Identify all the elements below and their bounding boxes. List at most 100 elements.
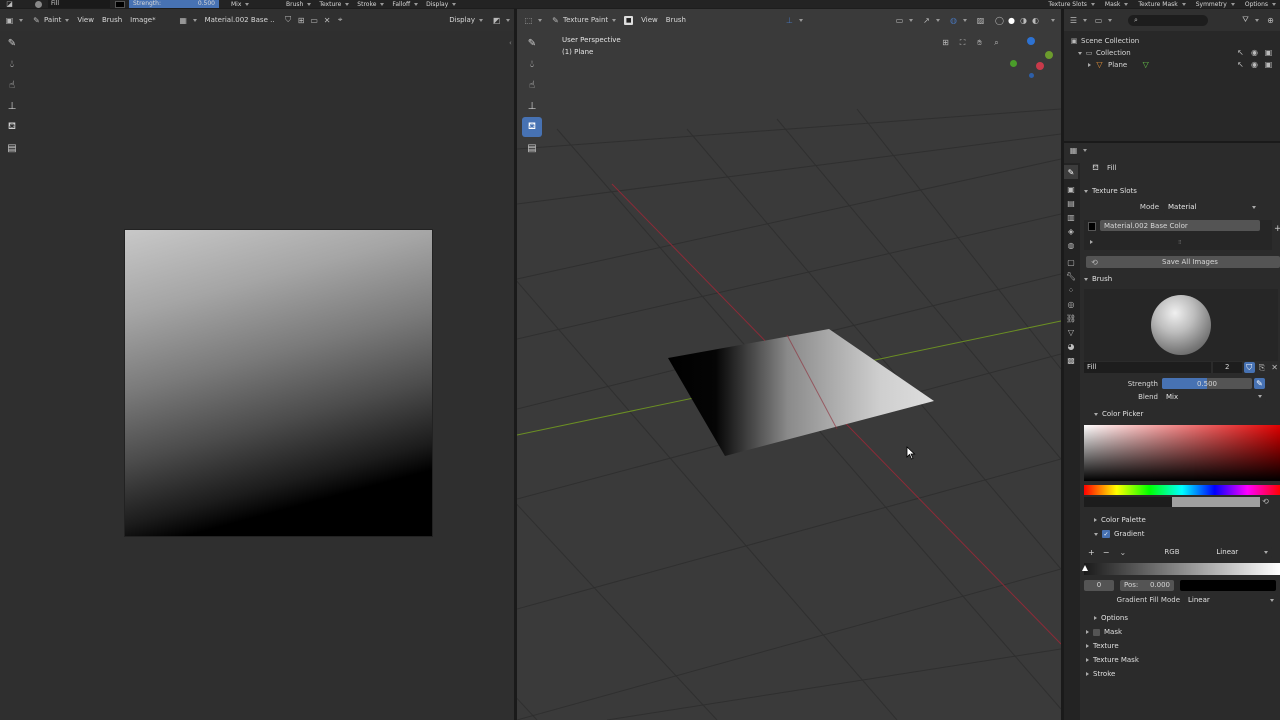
expand-arrow-icon[interactable] [1088,63,1091,67]
physics-tab-icon[interactable]: ◎ [1064,297,1078,311]
texture-mask-panel-header[interactable]: Texture Mask [1084,653,1280,667]
strength-field[interactable]: Strength: 0.500 [129,0,219,8]
hand-pan-icon[interactable]: ✋︎ [974,37,985,48]
zoom-icon[interactable]: ⌕ [991,37,1002,48]
outliner-editor-type[interactable]: ☰ [1068,15,1087,26]
gizmo-neg-z-icon[interactable] [1029,73,1034,78]
stop-color-swatch[interactable] [1180,579,1276,591]
hue-slider[interactable] [1084,485,1280,495]
gradient-menu-icon[interactable]: ⌄ [1117,547,1128,558]
save-all-images-button[interactable]: ⟲ Save All Images [1086,256,1280,268]
smear-tool-icon[interactable]: ☝︎ [2,75,22,95]
object-tab-icon[interactable]: ▢ [1064,255,1078,269]
render-tab-icon[interactable]: ▣ [1064,182,1078,196]
shading-options[interactable] [1049,19,1055,22]
xray-icon[interactable]: ▨ [975,15,986,26]
filter-dropdown[interactable]: ⛛ [1240,15,1259,26]
draw-tool-icon[interactable]: ✎ [2,33,22,53]
list-resize-handle[interactable]: ⠿ [1178,240,1182,246]
unlink-brush-icon[interactable]: ✕ [1269,362,1280,373]
add-slot-button[interactable]: + [1274,224,1280,234]
brush-preview[interactable] [1084,289,1278,361]
overlays-dropdown[interactable]: ◍ [948,15,967,26]
gizmo-toggle[interactable]: ◩ [491,15,510,26]
constraints-tab-icon[interactable]: ⛓︎ [1064,311,1078,325]
scene-collection-row[interactable]: ▣ Scene Collection [1070,35,1274,47]
stop-index-field[interactable]: 0 [1084,579,1114,591]
viewport-editor-type[interactable]: ⬚ [523,15,542,26]
viewport-fill-tool-icon[interactable]: ⛾ [522,117,542,137]
gradient-fill-mode-dropdown[interactable]: Linear [1184,594,1278,606]
selectable-icon[interactable]: ↖ [1235,48,1246,59]
3d-viewport[interactable]: ⬚ ✎ Texture Paint ■ View Brush ⊥ ▭ ↗ ◍ ▨ … [517,9,1061,720]
color-picker-panel-header[interactable]: Color Picker [1084,407,1280,421]
selectable-icon[interactable]: ↖ [1235,60,1246,71]
menu-view[interactable]: View [77,16,94,24]
solid-shading-icon[interactable]: ● [1006,15,1017,26]
add-stop-button[interactable]: + [1088,548,1095,557]
menu-image[interactable]: Image* [130,16,155,24]
camera-render-icon[interactable]: ▣ [1263,60,1274,71]
display-mode-dropdown[interactable]: ▭ [1093,15,1112,26]
viewport-clone-tool-icon[interactable]: ⊥ [522,96,542,116]
view-object-types[interactable]: ▭ [894,15,913,26]
remove-stop-button[interactable]: − [1103,548,1110,557]
color-palette-panel-header[interactable]: Color Palette [1084,513,1280,527]
menu-texture-mask[interactable]: Texture Mask [1138,1,1185,8]
data-tab-icon[interactable]: ▽ [1064,325,1078,339]
duplicate-brush-icon[interactable]: ⎘ [1257,362,1268,373]
menu-options[interactable]: Options [1245,1,1276,8]
outliner-search-input[interactable]: ⌕ [1128,14,1208,26]
gradient-panel-header[interactable]: ✓ Gradient [1084,527,1280,541]
mask-panel-header[interactable]: Mask [1084,625,1280,639]
navigation-gizmo[interactable] [1007,35,1055,81]
clone-tool-icon[interactable]: ⊥ [2,96,22,116]
gizmo-x-axis-icon[interactable] [1036,62,1044,70]
strength-slider[interactable]: 0.500 [1162,378,1252,389]
gradient-ramp[interactable] [1082,563,1280,575]
slot-list-expand-icon[interactable] [1090,240,1093,244]
pressure-toggle-icon[interactable]: ✎ [1254,378,1265,389]
display-dropdown[interactable]: Display [449,16,483,24]
eyedropper-icon[interactable]: ⟲ [1260,496,1271,507]
scene-tab-icon[interactable]: ◈ [1064,224,1078,238]
brush-name-field[interactable]: Fill [48,0,110,8]
rendered-shading-icon[interactable]: ◐ [1030,15,1041,26]
texture-panel-header[interactable]: Texture [1084,639,1280,653]
gizmo-z-axis-icon[interactable] [1027,37,1035,45]
interpolation-dropdown[interactable]: Linear [1212,546,1273,558]
image-name-field[interactable]: Material.002 Base ... [205,16,275,24]
gradient-stop-start[interactable] [1082,565,1088,571]
gizmo-dropdown[interactable]: ↗ [921,15,940,26]
soften-tool-icon[interactable]: 💧︎ [2,54,22,74]
menu-falloff[interactable]: Falloff [392,1,418,8]
open-image-icon[interactable]: ▭ [309,15,320,26]
options-panel-header[interactable]: Options [1084,611,1280,625]
material-tab-icon[interactable]: ◕ [1064,339,1078,353]
texture-tab-icon[interactable]: ▩ [1064,353,1078,367]
menu-mask[interactable]: Mask [1105,1,1128,8]
blend-dropdown[interactable]: Mix [1162,391,1266,402]
new-collection-icon[interactable]: ⊕ [1265,15,1276,26]
viewport-mask-tool-icon[interactable]: ▤ [522,138,542,158]
mask-tool-icon[interactable]: ▤ [2,138,22,158]
viewport-draw-tool-icon[interactable]: ✎ [522,33,542,53]
fake-user-icon[interactable]: ⛉ [1243,362,1255,373]
camera-icon[interactable]: ⛶ [957,37,968,48]
editor-type-icon[interactable]: ◪ [4,0,15,8]
color-picker-square[interactable] [1084,425,1280,481]
editor-type-button[interactable]: ▣ [4,15,23,26]
mode-dropdown[interactable]: Material [1164,201,1260,213]
visibility-eye-icon[interactable]: ◉ [1249,48,1260,59]
stop-position-field[interactable]: Pos: 0.000 [1120,579,1174,591]
output-tab-icon[interactable]: ▤ [1064,196,1078,210]
material-shading-icon[interactable]: ◑ [1018,15,1029,26]
grid-view-icon[interactable]: ⊞ [940,37,951,48]
viewport-soften-tool-icon[interactable]: 💧︎ [522,54,542,74]
menu-display[interactable]: Display [426,1,456,8]
particles-tab-icon[interactable]: ⁘ [1064,283,1078,297]
visibility-eye-icon[interactable]: ◉ [1249,60,1260,71]
modifier-tab-icon[interactable]: 🔧︎ [1064,269,1078,283]
fake-user-icon[interactable]: ⛉ [283,15,294,26]
mask-checkbox[interactable] [1093,628,1100,636]
